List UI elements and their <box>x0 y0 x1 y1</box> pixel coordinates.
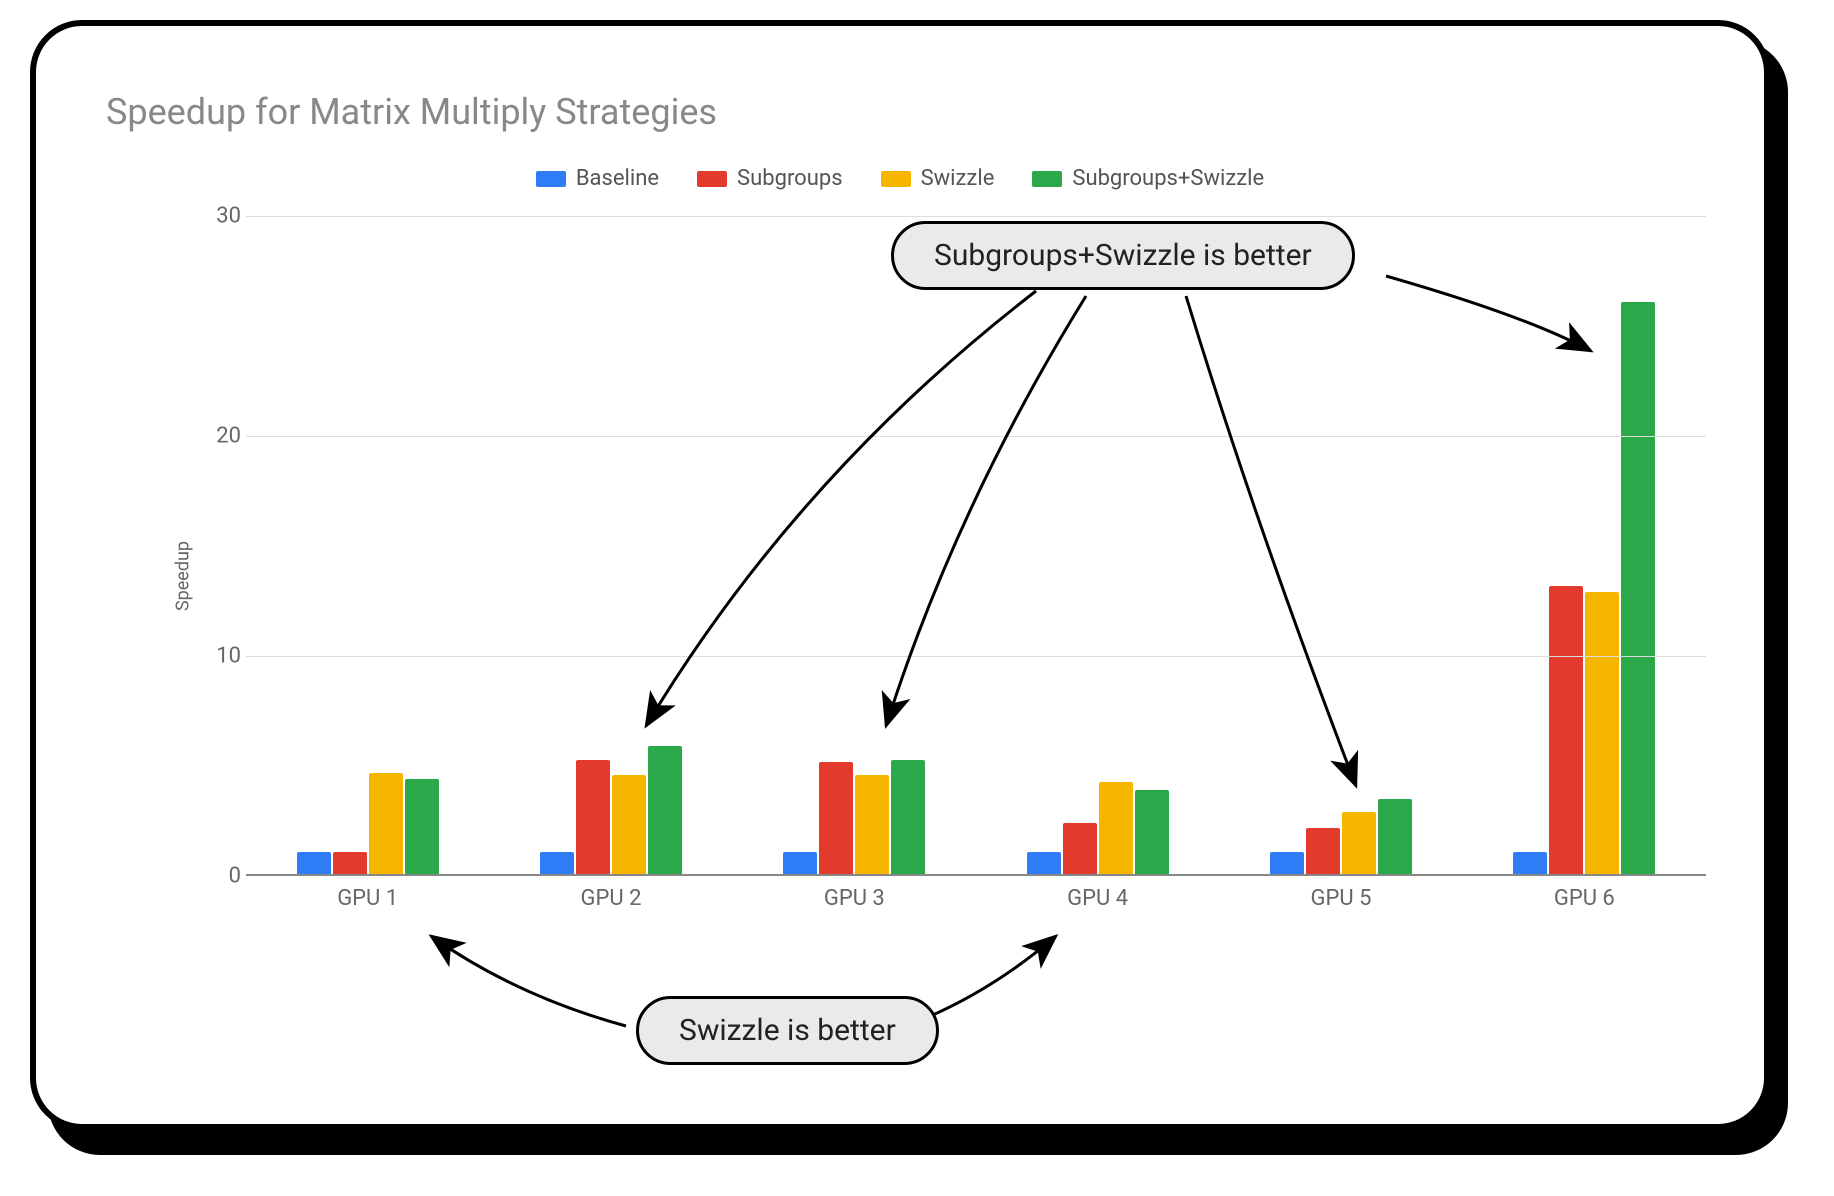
bar <box>297 852 331 874</box>
bar <box>369 773 403 874</box>
bar <box>1270 852 1304 874</box>
chart-title: Speedup for Matrix Multiply Strategies <box>106 91 717 133</box>
x-tick-label: GPU 6 <box>1463 886 1706 911</box>
bar <box>819 762 853 874</box>
legend-item: Subgroups+Swizzle <box>1032 166 1264 191</box>
legend-label: Baseline <box>576 166 659 191</box>
bar <box>1342 812 1376 874</box>
legend-swatch <box>697 171 727 187</box>
legend-item: Baseline <box>536 166 659 191</box>
y-tick-label: 30 <box>201 204 241 229</box>
x-tick-label: GPU 4 <box>976 886 1219 911</box>
bar <box>891 760 925 874</box>
legend-label: Subgroups <box>737 166 843 191</box>
chart-card: Speedup for Matrix Multiply Strategies B… <box>30 20 1770 1130</box>
bar <box>1549 586 1583 874</box>
legend-item: Subgroups <box>697 166 843 191</box>
bar <box>1378 799 1412 874</box>
chart-plot <box>246 216 1706 876</box>
annotation-bottom-bubble: Swizzle is better <box>636 996 939 1065</box>
bar <box>1027 852 1061 874</box>
grid-line <box>246 436 1706 437</box>
y-tick-label: 0 <box>201 864 241 889</box>
y-tick-label: 20 <box>201 424 241 449</box>
bar <box>576 760 610 874</box>
grid-line <box>246 656 1706 657</box>
bar <box>783 852 817 874</box>
x-tick-label: GPU 2 <box>489 886 732 911</box>
legend-swatch <box>536 171 566 187</box>
chart-legend: Baseline Subgroups Swizzle Subgroups+Swizzl… <box>36 166 1764 191</box>
legend-label: Swizzle <box>921 166 995 191</box>
bar <box>333 852 367 874</box>
bar <box>1063 823 1097 874</box>
bar <box>1135 790 1169 874</box>
x-tick-label: GPU 3 <box>733 886 976 911</box>
bar-group <box>733 216 976 874</box>
bar-groups <box>246 216 1706 874</box>
annotation-top-bubble: Subgroups+Swizzle is better <box>891 221 1355 290</box>
bar-group <box>1219 216 1462 874</box>
legend-label: Subgroups+Swizzle <box>1072 166 1264 191</box>
bar <box>540 852 574 874</box>
bar-group <box>246 216 489 874</box>
bar <box>612 775 646 874</box>
y-axis-label: Speedup <box>173 541 194 611</box>
bar-group <box>976 216 1219 874</box>
legend-item: Swizzle <box>881 166 995 191</box>
y-tick-label: 10 <box>201 644 241 669</box>
legend-swatch <box>881 171 911 187</box>
x-axis-labels: GPU 1GPU 2GPU 3GPU 4GPU 5GPU 6 <box>246 886 1706 911</box>
bar <box>405 779 439 874</box>
bar <box>648 746 682 874</box>
bar <box>1513 852 1547 874</box>
bar <box>855 775 889 874</box>
bar-group <box>1463 216 1706 874</box>
bar <box>1099 782 1133 874</box>
bar <box>1621 302 1655 874</box>
legend-swatch <box>1032 171 1062 187</box>
chart-area: Speedup GPU 1GPU 2GPU 3GPU 4GPU 5GPU 6 0… <box>186 216 1726 936</box>
x-tick-label: GPU 1 <box>246 886 489 911</box>
bar-group <box>489 216 732 874</box>
grid-line <box>246 216 1706 217</box>
bar <box>1306 828 1340 874</box>
x-tick-label: GPU 5 <box>1219 886 1462 911</box>
bar <box>1585 592 1619 874</box>
